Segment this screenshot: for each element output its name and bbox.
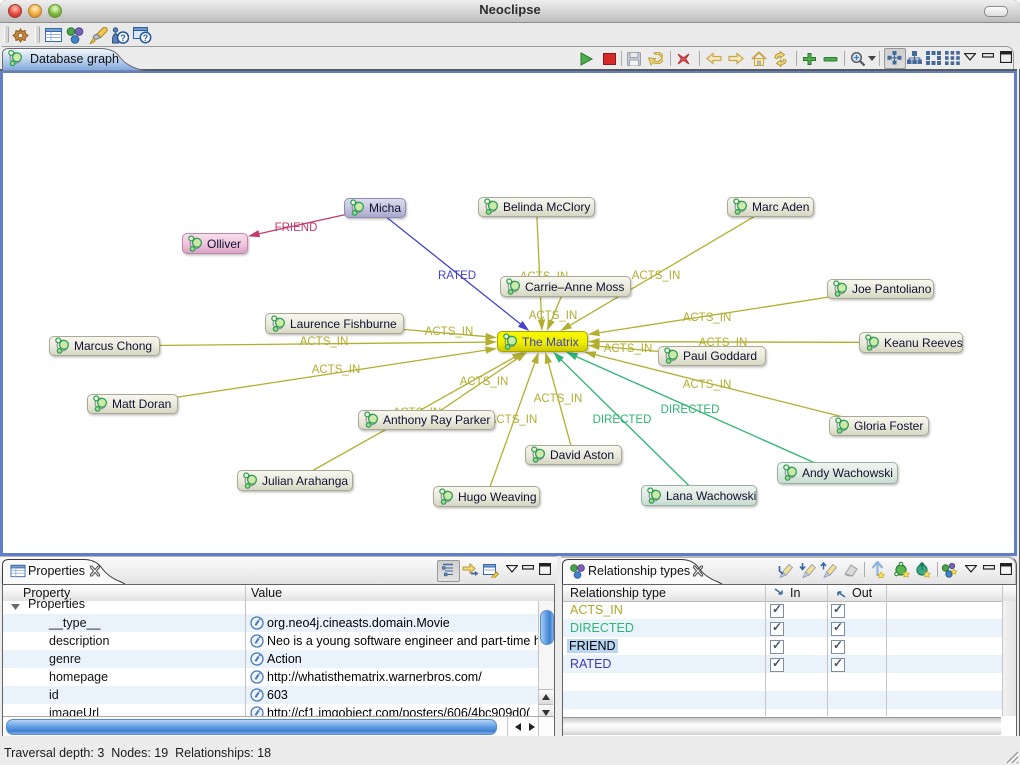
svg-text:?: ?	[120, 33, 126, 43]
svg-text:?: ?	[143, 33, 149, 43]
